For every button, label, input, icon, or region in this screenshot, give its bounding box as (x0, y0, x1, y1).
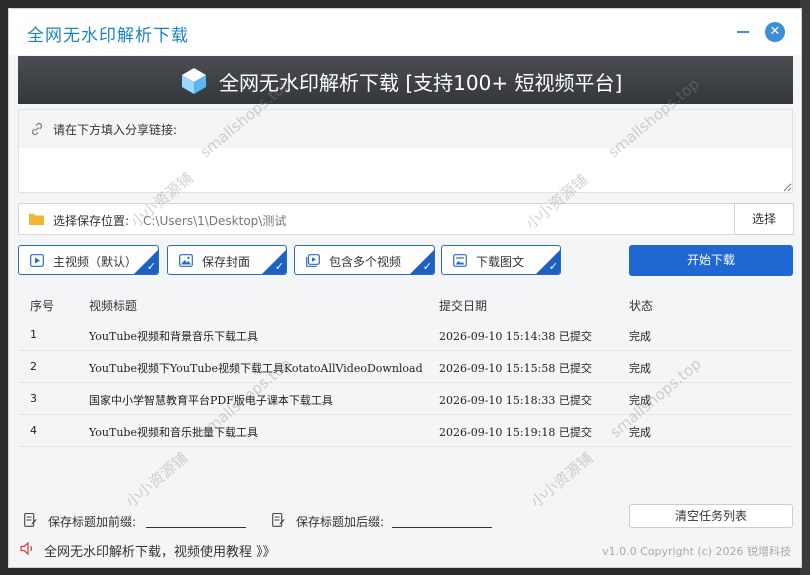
suffix-input[interactable] (392, 512, 492, 528)
column-header-date: 提交日期 (439, 299, 488, 313)
column-header-no: 序号 (30, 299, 55, 313)
table-row[interactable]: 1 YouTube视频和背景音乐下载工具 2026-09-10 15:14:38… (18, 319, 793, 351)
row-date: 2026-09-10 15:15:58 已提交 (439, 362, 592, 375)
row-no: 2 (30, 360, 37, 373)
row-date: 2026-09-10 15:19:18 已提交 (439, 426, 592, 439)
option-multi-video[interactable]: 包含多个视频 ✓ (294, 245, 435, 275)
column-header-title: 视频标题 (89, 299, 138, 313)
option-multi-video-label: 包含多个视频 (329, 255, 402, 269)
document-edit-icon (272, 512, 285, 527)
save-path-field[interactable]: C:\Users\1\Desktop\测试 (143, 212, 286, 229)
footer: 全网无水印解析下载，视频使用教程 》》 v1.0.0 Copyright (c)… (18, 539, 793, 561)
suffix-label: 保存标题加后缀: (296, 515, 385, 529)
banner-title: 全网无水印解析下载 [支持100+ 短视频平台] (219, 71, 623, 95)
column-header-status: 状态 (629, 299, 654, 313)
option-main-video-label: 主视频（默认） (53, 255, 138, 269)
table-header: 序号 视频标题 提交日期 状态 (18, 289, 793, 319)
copyright-text: v1.0.0 Copyright (c) 2026 锐增科技 (602, 545, 791, 558)
choose-folder-button[interactable]: 选择 (734, 203, 794, 235)
folder-icon (29, 214, 44, 225)
app-window: 全网无水印解析下载 ✕ 全网无水印解析下载 [支持100+ 短视频平台] 请在下… (8, 8, 802, 568)
row-status: 完成 (629, 394, 651, 407)
prefix-label: 保存标题加前缀: (48, 515, 137, 529)
row-date: 2026-09-10 15:14:38 已提交 (439, 330, 592, 343)
watermark: 小小资源铺 (527, 448, 597, 511)
image-icon (179, 254, 193, 267)
row-no: 3 (30, 392, 37, 405)
share-link-header: 请在下方填入分享链接: (19, 110, 792, 148)
title-affix-row: 保存标题加前缀: 保存标题加后缀: 清空任务列表 (18, 504, 793, 534)
share-link-input[interactable] (19, 148, 792, 192)
minimize-button[interactable] (737, 31, 749, 33)
prefix-input[interactable] (146, 512, 246, 528)
row-title: YouTube视频和背景音乐下载工具 (89, 330, 258, 343)
table-row[interactable]: 4 YouTube视频和音乐批量下载工具 2026-09-10 15:19:18… (18, 415, 793, 447)
row-title: YouTube视频和音乐批量下载工具 (89, 426, 258, 439)
speaker-icon (20, 542, 33, 555)
row-status: 完成 (629, 426, 651, 439)
row-status: 完成 (629, 362, 651, 375)
close-button[interactable]: ✕ (765, 22, 785, 42)
option-save-cover[interactable]: 保存封面 ✓ (167, 245, 287, 275)
gallery-icon (453, 254, 467, 267)
row-no: 1 (30, 328, 37, 341)
start-download-button[interactable]: 开始下载 (629, 245, 793, 276)
tutorial-link[interactable]: 全网无水印解析下载，视频使用教程 》》 (44, 541, 276, 560)
save-location-row: 选择保存位置: C:\Users\1\Desktop\测试 选择 (18, 203, 794, 235)
table-row[interactable]: 3 国家中小学智慧教育平台PDF版电子课本下载工具 2026-09-10 15:… (18, 383, 793, 415)
option-save-cover-label: 保存封面 (202, 255, 251, 269)
row-title: 国家中小学智慧教育平台PDF版电子课本下载工具 (89, 394, 333, 407)
video-icon (30, 254, 44, 267)
watermark: 小小资源铺 (122, 448, 192, 511)
row-status: 完成 (629, 330, 651, 343)
title-bar: 全网无水印解析下载 ✕ (9, 9, 801, 55)
option-main-video[interactable]: 主视频（默认） ✓ (18, 245, 159, 275)
share-link-panel: 请在下方填入分享链接: (18, 109, 793, 193)
clear-task-list-button[interactable]: 清空任务列表 (629, 504, 793, 528)
app-title: 全网无水印解析下载 (27, 26, 189, 46)
share-link-label: 请在下方填入分享链接: (53, 123, 178, 137)
task-table: 序号 视频标题 提交日期 状态 1 YouTube视频和背景音乐下载工具 202… (18, 289, 793, 447)
checkmark-icon: ✓ (422, 260, 432, 273)
header-banner: 全网无水印解析下载 [支持100+ 短视频平台] (18, 56, 793, 104)
checkmark-icon: ✓ (548, 260, 558, 273)
option-download-gallery-label: 下载图文 (476, 255, 525, 269)
row-no: 4 (30, 424, 37, 437)
link-icon (31, 122, 43, 136)
save-location-label: 选择保存位置: (53, 214, 130, 228)
table-row[interactable]: 2 YouTube视频下YouTube视频下载工具KotatoAllVideoD… (18, 351, 793, 383)
checkmark-icon: ✓ (146, 260, 156, 273)
option-download-gallery[interactable]: 下载图文 ✓ (441, 245, 561, 275)
row-title: YouTube视频下YouTube视频下载工具KotatoAllVideoDow… (89, 362, 423, 375)
row-date: 2026-09-10 15:18:33 已提交 (439, 394, 592, 407)
cube-logo-icon (182, 68, 206, 94)
document-edit-icon (24, 512, 37, 527)
multi-video-icon (306, 254, 320, 267)
checkmark-icon: ✓ (274, 260, 284, 273)
